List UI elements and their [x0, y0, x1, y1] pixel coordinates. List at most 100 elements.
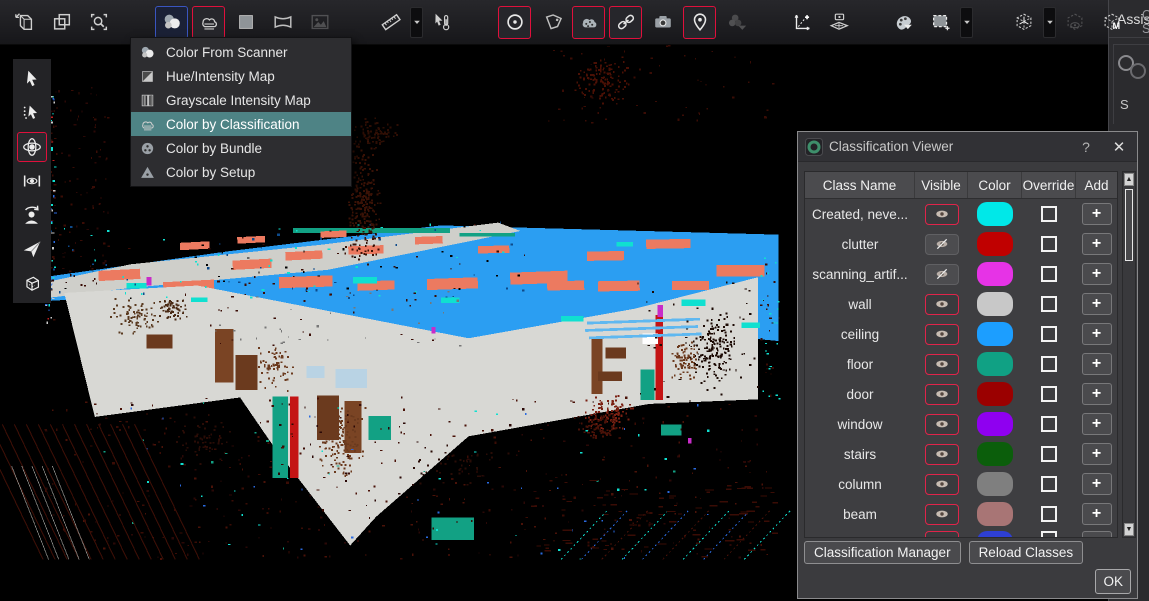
- visibility-toggle[interactable]: [925, 414, 959, 435]
- override-checkbox[interactable]: [1041, 416, 1057, 432]
- arrange-windows-button[interactable]: [45, 6, 78, 39]
- color-swatch[interactable]: [977, 262, 1013, 286]
- georeference-button[interactable]: [822, 6, 855, 39]
- add-to-class-button[interactable]: +: [1082, 531, 1112, 538]
- override-checkbox[interactable]: [1041, 531, 1057, 538]
- measure-button[interactable]: [374, 6, 407, 39]
- multi-select-tool-button[interactable]: [17, 98, 47, 128]
- visibility-toggle[interactable]: [925, 234, 959, 255]
- color-swatch[interactable]: [977, 531, 1013, 538]
- override-checkbox[interactable]: [1041, 476, 1057, 492]
- override-checkbox[interactable]: [1041, 296, 1057, 312]
- help-button[interactable]: ?: [1071, 138, 1101, 156]
- visibility-toggle[interactable]: [925, 531, 959, 538]
- color-swatch[interactable]: [977, 322, 1013, 346]
- show-point-cloud-button[interactable]: [572, 6, 605, 39]
- visibility-toggle[interactable]: [925, 384, 959, 405]
- color-swatch[interactable]: [977, 232, 1013, 256]
- color-swatch[interactable]: [977, 472, 1013, 496]
- reload-classes-button[interactable]: Reload Classes: [969, 541, 1084, 564]
- override-checkbox[interactable]: [1041, 236, 1057, 252]
- show-links-button[interactable]: [609, 6, 642, 39]
- color-swatch[interactable]: [977, 442, 1013, 466]
- override-checkbox[interactable]: [1041, 206, 1057, 222]
- dialog-titlebar[interactable]: Classification Viewer ? ✕: [798, 132, 1137, 162]
- add-to-class-button[interactable]: +: [1082, 203, 1112, 225]
- limit-box-button[interactable]: [1007, 6, 1040, 39]
- visibility-toggle[interactable]: [925, 504, 959, 525]
- color-swatch[interactable]: [977, 382, 1013, 406]
- color-swatch[interactable]: [977, 292, 1013, 316]
- visibility-toggle[interactable]: [925, 324, 959, 345]
- table-scrollbar[interactable]: ▲ ▼: [1122, 171, 1136, 538]
- close-icon[interactable]: ✕: [1101, 137, 1137, 157]
- menu-item-color-by-bundle[interactable]: Color by Bundle: [131, 136, 351, 160]
- override-checkbox[interactable]: [1041, 326, 1057, 342]
- bundle-filter-button[interactable]: [720, 6, 753, 39]
- pan-tool-button[interactable]: [17, 166, 47, 196]
- override-checkbox[interactable]: [1041, 356, 1057, 372]
- visibility-toggle[interactable]: [925, 264, 959, 285]
- add-to-class-button[interactable]: +: [1082, 503, 1112, 525]
- measure-dropdown-button[interactable]: [410, 7, 423, 38]
- ok-button[interactable]: OK: [1095, 569, 1131, 594]
- point-info-button[interactable]: [425, 6, 458, 39]
- add-to-class-button[interactable]: +: [1082, 383, 1112, 405]
- color-mode-button[interactable]: [192, 6, 225, 39]
- add-to-class-button[interactable]: +: [1082, 323, 1112, 345]
- look-around-tool-button[interactable]: [17, 200, 47, 230]
- add-to-class-button[interactable]: +: [1082, 413, 1112, 435]
- paint-classify-button[interactable]: [887, 6, 920, 39]
- menu-item-color-by-setup[interactable]: Color by Setup: [131, 160, 351, 184]
- panorama-view-button[interactable]: [266, 6, 299, 39]
- menu-item-hue-intensity-map[interactable]: Hue/Intensity Map: [131, 64, 351, 88]
- visibility-toggle[interactable]: [925, 444, 959, 465]
- override-checkbox[interactable]: [1041, 266, 1057, 282]
- limit-box-view-button[interactable]: [1058, 6, 1091, 39]
- show-tags-button[interactable]: [535, 6, 568, 39]
- show-cameras-button[interactable]: [646, 6, 679, 39]
- override-checkbox[interactable]: [1041, 506, 1057, 522]
- menu-item-grayscale-intensity-map[interactable]: Grayscale Intensity Map: [131, 88, 351, 112]
- override-checkbox[interactable]: [1041, 446, 1057, 462]
- rectangle-selection-dropdown-button[interactable]: [960, 7, 973, 38]
- view-cube-tool-button[interactable]: [17, 268, 47, 298]
- solid-color-button[interactable]: [229, 6, 262, 39]
- add-to-class-button[interactable]: +: [1082, 353, 1112, 375]
- add-coordinate-system-button[interactable]: [785, 6, 818, 39]
- override-checkbox[interactable]: [1041, 386, 1057, 402]
- add-to-class-button[interactable]: +: [1082, 293, 1112, 315]
- add-to-class-button[interactable]: +: [1082, 443, 1112, 465]
- menu-item-color-by-classification[interactable]: Color by Classification: [131, 112, 351, 136]
- visibility-toggle[interactable]: [925, 354, 959, 375]
- table-row: floor+: [805, 349, 1117, 379]
- scrollbar-thumb[interactable]: [1125, 189, 1133, 261]
- color-from-scanner-button[interactable]: [155, 6, 188, 39]
- zoom-extents-button[interactable]: [82, 6, 115, 39]
- visibility-toggle[interactable]: [925, 474, 959, 495]
- add-to-class-button[interactable]: +: [1082, 233, 1112, 255]
- image-view-button[interactable]: [303, 6, 336, 39]
- add-to-class-button[interactable]: +: [1082, 263, 1112, 285]
- pan-orbit-icon: [21, 170, 43, 192]
- show-scan-positions-button[interactable]: [498, 6, 531, 39]
- select-tool-button[interactable]: [17, 64, 47, 94]
- color-swatch[interactable]: [977, 202, 1013, 226]
- limit-box-manager-button[interactable]: M: [1095, 6, 1128, 39]
- limit-box-dropdown-button[interactable]: [1043, 7, 1056, 38]
- visibility-toggle[interactable]: [925, 204, 959, 225]
- scrollbar-down-icon[interactable]: ▼: [1124, 523, 1134, 536]
- fly-tool-button[interactable]: [17, 234, 47, 264]
- orbit-tool-button[interactable]: [17, 132, 47, 162]
- classification-manager-button[interactable]: Classification Manager: [804, 541, 961, 564]
- color-swatch[interactable]: [977, 502, 1013, 526]
- rectangle-selection-button[interactable]: [924, 6, 957, 39]
- scrollbar-up-icon[interactable]: ▲: [1124, 173, 1134, 186]
- import-scan-button[interactable]: [8, 6, 41, 39]
- menu-item-color-from-scanner[interactable]: Color From Scanner: [131, 40, 351, 64]
- add-to-class-button[interactable]: +: [1082, 473, 1112, 495]
- show-locations-button[interactable]: [683, 6, 716, 39]
- visibility-toggle[interactable]: [925, 294, 959, 315]
- color-swatch[interactable]: [977, 352, 1013, 376]
- color-swatch[interactable]: [977, 412, 1013, 436]
